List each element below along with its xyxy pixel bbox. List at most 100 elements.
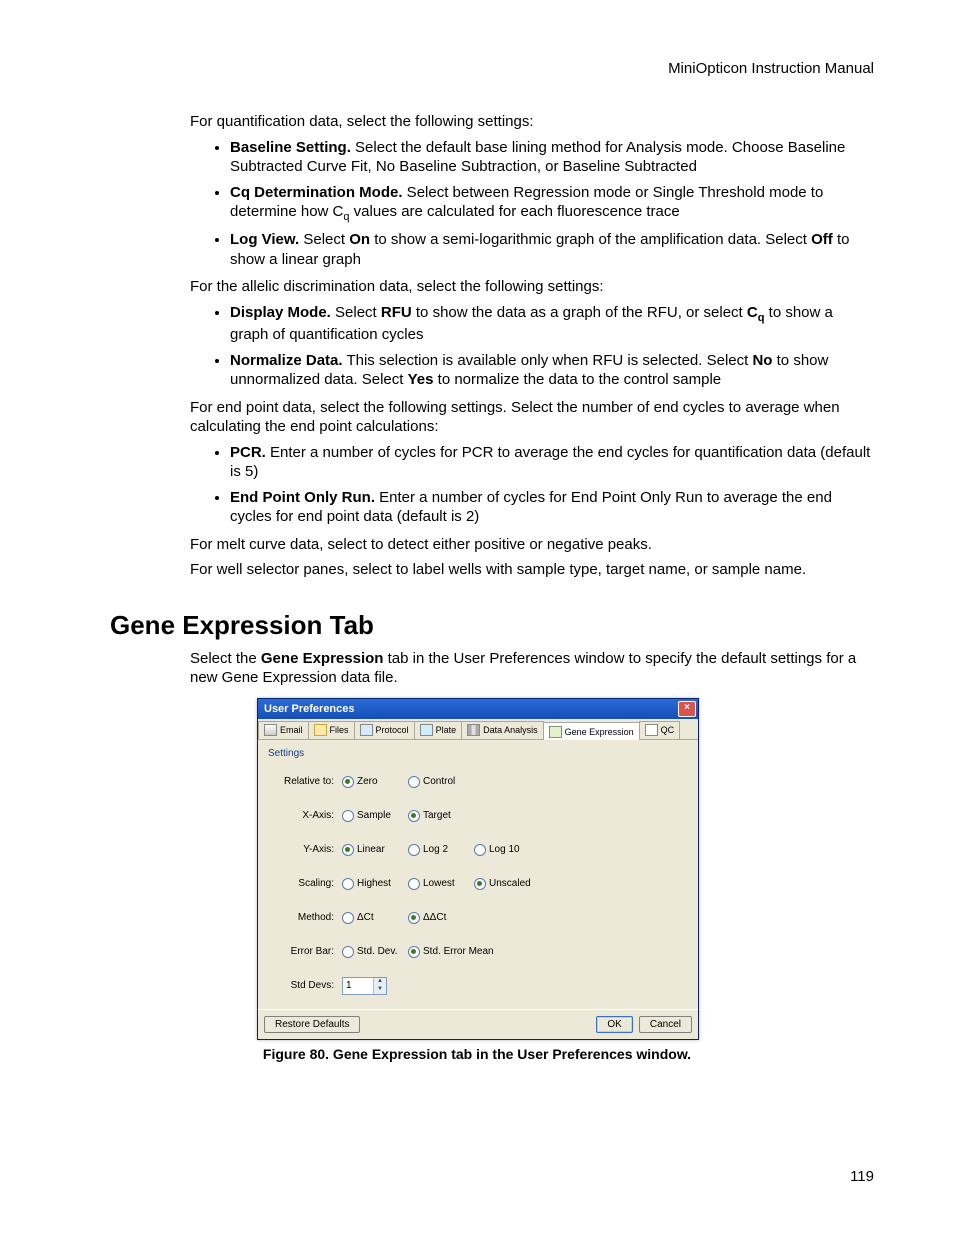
bullet-nd-text-a: This selection is available only when RF…	[343, 352, 753, 369]
radio-log2-label: Log 2	[423, 844, 448, 855]
radio-sem-label: Std. Error Mean	[423, 946, 494, 957]
plate-icon	[420, 724, 433, 736]
data-analysis-icon	[467, 724, 480, 736]
radio-unscaled[interactable]: Unscaled	[474, 878, 540, 890]
figure-caption: Figure 80. Gene Expression tab in the Us…	[257, 1046, 697, 1062]
cancel-button[interactable]: Cancel	[639, 1016, 692, 1033]
tab-protocol-label: Protocol	[376, 725, 409, 735]
tab-qc[interactable]: QC	[639, 721, 681, 739]
quant-bullets: Baseline Setting. Select the default bas…	[190, 138, 874, 270]
radio-dct[interactable]: ΔCt	[342, 912, 408, 924]
intro-well: For well selector panes, select to label…	[190, 560, 874, 580]
bullet-pcr: PCR. Enter a number of cycles for PCR to…	[230, 443, 874, 482]
bullet-pcr-label: PCR.	[230, 444, 266, 461]
bullet-dm-cq: C	[747, 304, 758, 321]
radio-std-dev-label: Std. Dev.	[357, 946, 397, 957]
radio-icon	[342, 946, 354, 958]
radio-icon	[408, 878, 420, 890]
radio-control-label: Control	[423, 776, 455, 787]
radio-icon	[408, 776, 420, 788]
radio-zero-label: Zero	[357, 776, 378, 787]
bullet-log-on: On	[349, 231, 370, 248]
intro-quantification: For quantification data, select the foll…	[190, 112, 874, 132]
ok-button[interactable]: OK	[596, 1016, 632, 1033]
radio-std-dev[interactable]: Std. Dev.	[342, 946, 408, 958]
tab-qc-label: QC	[661, 725, 675, 735]
radio-ddct[interactable]: ΔΔCt	[408, 912, 474, 924]
bullet-cq-label: Cq Determination Mode.	[230, 184, 403, 201]
radio-icon	[342, 912, 354, 924]
radio-dct-label: ΔCt	[357, 912, 374, 923]
label-error-bar: Error Bar:	[268, 946, 342, 957]
bullet-epor: End Point Only Run. Enter a number of cy…	[230, 488, 874, 527]
intro-allelic: For the allelic discrimination data, sel…	[190, 277, 874, 297]
window-titlebar[interactable]: User Preferences ×	[258, 699, 698, 719]
tab-plate[interactable]: Plate	[414, 721, 463, 739]
row-x-axis: X-Axis: Sample Target	[268, 799, 692, 833]
spinner-down-icon[interactable]: ▼	[374, 986, 386, 994]
bullet-epor-label: End Point Only Run.	[230, 489, 375, 506]
spinner-up-icon[interactable]: ▲	[374, 978, 386, 986]
radio-highest-label: Highest	[357, 878, 391, 889]
radio-sample-label: Sample	[357, 810, 391, 821]
window-title: User Preferences	[264, 703, 355, 715]
tab-gene-expression[interactable]: Gene Expression	[543, 722, 640, 740]
bullet-dm-label: Display Mode.	[230, 304, 331, 321]
intro-melt: For melt curve data, select to detect ei…	[190, 535, 874, 555]
row-scaling: Scaling: Highest Lowest Unscaled	[268, 867, 692, 901]
bullet-cq-text-b: values are calculated for each fluoresce…	[350, 203, 680, 220]
radio-target-label: Target	[423, 810, 451, 821]
bullet-normalize: Normalize Data. This selection is availa…	[230, 351, 874, 390]
settings-panel: Settings Relative to: Zero Control X-Axi…	[258, 740, 698, 1009]
radio-ddct-label: ΔΔCt	[423, 912, 446, 923]
bullet-log-text-a: Select	[299, 231, 349, 248]
std-devs-spinner[interactable]: ▲▼	[342, 977, 387, 995]
radio-icon	[474, 878, 486, 890]
radio-log10-label: Log 10	[489, 844, 520, 855]
radio-control[interactable]: Control	[408, 776, 474, 788]
tab-row: Email Files Protocol Plate Data Analysis…	[258, 719, 698, 740]
tab-files[interactable]: Files	[308, 721, 355, 739]
bullet-pcr-text: Enter a number of cycles for PCR to aver…	[230, 444, 870, 481]
radio-linear[interactable]: Linear	[342, 844, 408, 856]
page-number: 119	[850, 1168, 874, 1185]
settings-section-label: Settings	[268, 748, 692, 759]
close-icon[interactable]: ×	[678, 701, 696, 717]
radio-sample[interactable]: Sample	[342, 810, 408, 822]
bullet-log-text-b: to show a semi-logarithmic graph of the …	[370, 231, 811, 248]
radio-log2[interactable]: Log 2	[408, 844, 474, 856]
tab-plate-label: Plate	[436, 725, 457, 735]
radio-highest[interactable]: Highest	[342, 878, 408, 890]
user-preferences-window: User Preferences × Email Files Protocol …	[257, 698, 699, 1040]
row-std-devs: Std Devs: ▲▼	[268, 969, 692, 1003]
tab-email[interactable]: Email	[258, 721, 309, 739]
restore-defaults-button[interactable]: Restore Defaults	[264, 1016, 360, 1033]
radio-icon	[474, 844, 486, 856]
radio-icon	[408, 912, 420, 924]
radio-zero[interactable]: Zero	[342, 776, 408, 788]
radio-log10[interactable]: Log 10	[474, 844, 540, 856]
tab-data-analysis-label: Data Analysis	[483, 725, 538, 735]
radio-icon	[408, 844, 420, 856]
endpoint-bullets: PCR. Enter a number of cycles for PCR to…	[190, 443, 874, 527]
tab-protocol[interactable]: Protocol	[354, 721, 415, 739]
radio-sem[interactable]: Std. Error Mean	[408, 946, 508, 958]
std-devs-input[interactable]	[343, 978, 373, 994]
bullet-logview: Log View. Select On to show a semi-logar…	[230, 230, 874, 269]
tab-files-label: Files	[330, 725, 349, 735]
bullet-dm-rfu: RFU	[381, 304, 412, 321]
radio-lowest[interactable]: Lowest	[408, 878, 474, 890]
radio-target[interactable]: Target	[408, 810, 474, 822]
radio-icon	[342, 844, 354, 856]
radio-linear-label: Linear	[357, 844, 385, 855]
protocol-icon	[360, 724, 373, 736]
tab-data-analysis[interactable]: Data Analysis	[461, 721, 544, 739]
bullet-log-off: Off	[811, 231, 833, 248]
row-error-bar: Error Bar: Std. Dev. Std. Error Mean	[268, 935, 692, 969]
tab-gene-expression-label: Gene Expression	[565, 727, 634, 737]
bullet-dm-text-a: Select	[331, 304, 381, 321]
section-text: Select the Gene Expression tab in the Us…	[190, 649, 874, 688]
label-std-devs: Std Devs:	[268, 980, 342, 991]
radio-icon	[342, 878, 354, 890]
radio-icon	[408, 810, 420, 822]
